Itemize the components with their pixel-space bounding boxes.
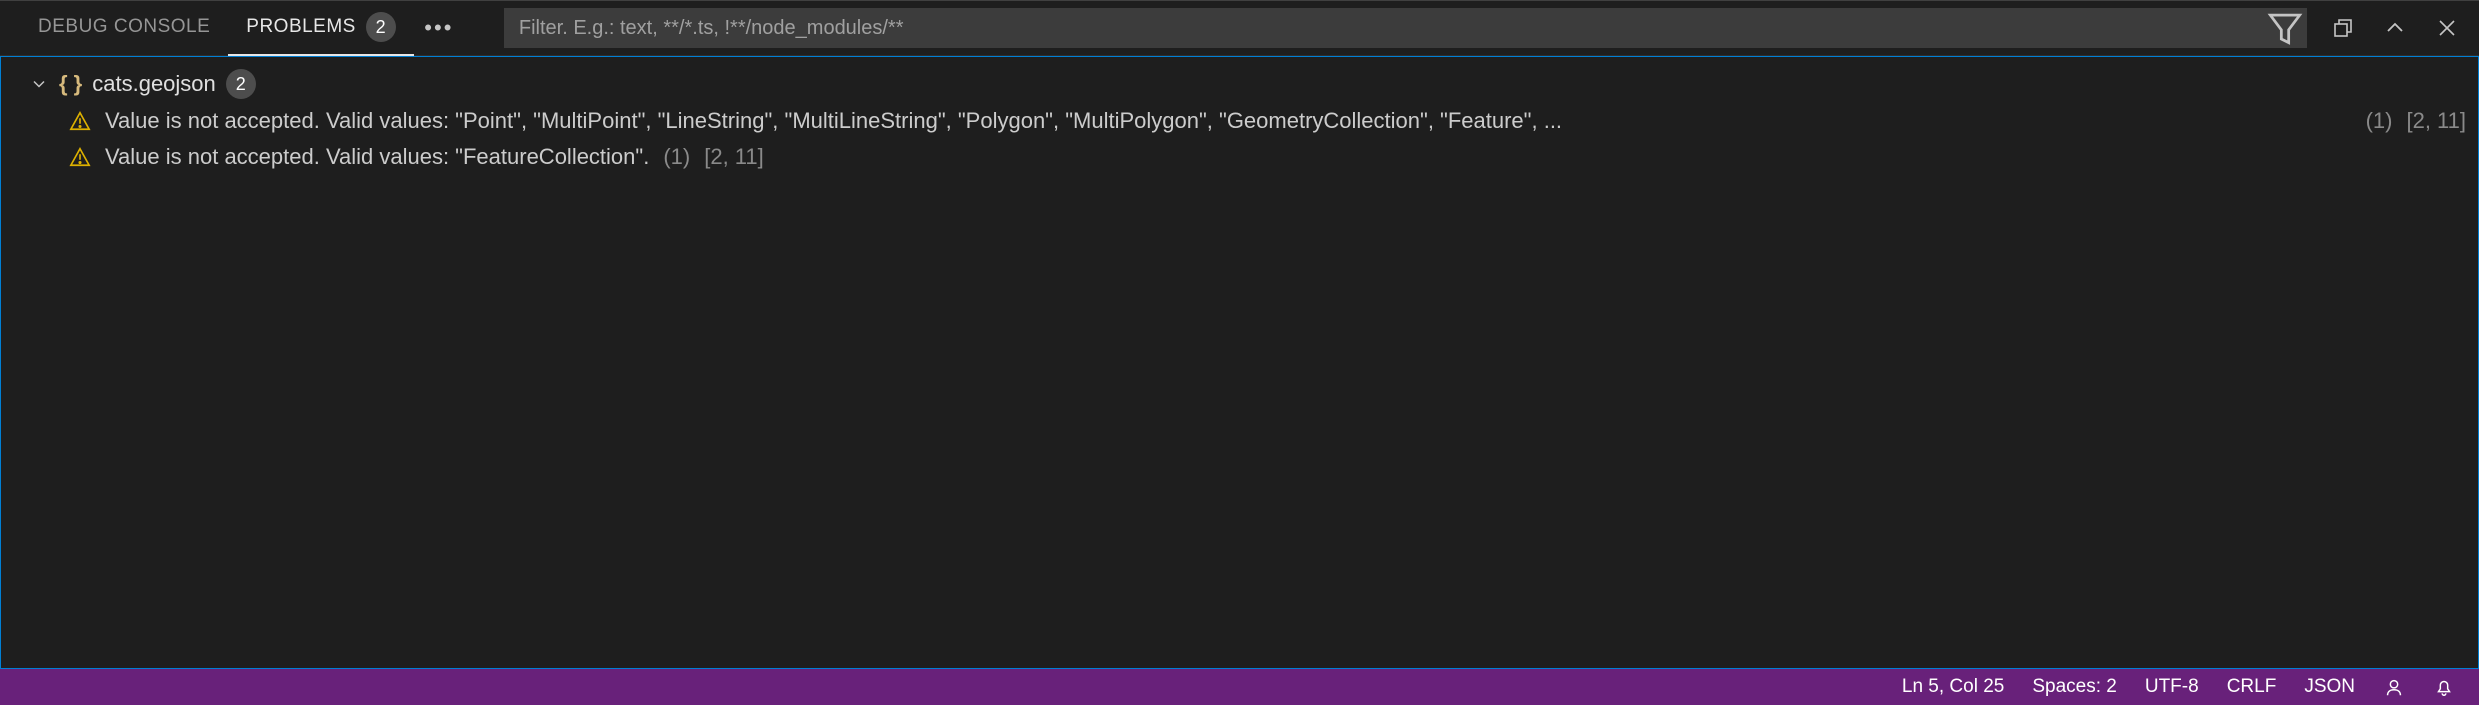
status-text: CRLF xyxy=(2227,676,2277,698)
filter-icon-button[interactable] xyxy=(2263,8,2307,48)
restore-icon xyxy=(2331,16,2355,40)
chevron-up-icon xyxy=(2383,16,2407,40)
bell-icon xyxy=(2433,676,2455,698)
tab-debug-console[interactable]: DEBUG CONSOLE xyxy=(20,1,228,56)
problem-count: (1) xyxy=(663,144,690,170)
file-problem-count-badge: 2 xyxy=(226,69,256,99)
problem-row[interactable]: Value is not accepted. Valid values: "Fe… xyxy=(1,139,2478,175)
panel-tabbar: DEBUG CONSOLE PROBLEMS 2 ••• xyxy=(0,1,2479,56)
ellipsis-icon: ••• xyxy=(424,15,453,41)
problem-message: Value is not accepted. Valid values: "Po… xyxy=(105,108,2352,134)
status-eol[interactable]: CRLF xyxy=(2213,669,2291,705)
problems-body: { } cats.geojson 2 Value is not accepted… xyxy=(0,56,2479,669)
status-text: Ln 5, Col 25 xyxy=(1902,676,2004,698)
status-language[interactable]: JSON xyxy=(2290,669,2369,705)
problems-count-badge: 2 xyxy=(366,12,396,42)
status-text: UTF-8 xyxy=(2145,676,2199,698)
collapse-panel-button[interactable] xyxy=(2371,6,2419,50)
chevron-down-icon xyxy=(29,74,49,94)
panel: DEBUG CONSOLE PROBLEMS 2 ••• xyxy=(0,0,2479,705)
problem-row[interactable]: Value is not accepted. Valid values: "Po… xyxy=(1,103,2478,139)
close-icon xyxy=(2435,16,2459,40)
more-views-button[interactable]: ••• xyxy=(414,1,464,56)
filter-container xyxy=(504,8,2307,48)
problem-location: [2, 11] xyxy=(704,144,764,170)
feedback-icon xyxy=(2383,676,2405,698)
filter-input[interactable] xyxy=(504,8,2263,48)
status-notifications[interactable] xyxy=(2419,669,2469,705)
problem-count: (1) xyxy=(2366,108,2393,134)
restore-panel-button[interactable] xyxy=(2319,6,2367,50)
file-row[interactable]: { } cats.geojson 2 xyxy=(1,65,2478,103)
warning-icon xyxy=(69,110,91,132)
file-name: cats.geojson xyxy=(92,71,216,97)
status-text: JSON xyxy=(2304,676,2355,698)
problem-location: [2, 11] xyxy=(2406,108,2466,134)
tab-label: DEBUG CONSOLE xyxy=(38,16,210,38)
status-ln-col[interactable]: Ln 5, Col 25 xyxy=(1888,669,2018,705)
problem-message: Value is not accepted. Valid values: "Fe… xyxy=(105,144,649,170)
status-text: Spaces: 2 xyxy=(2032,676,2117,698)
json-file-icon: { } xyxy=(59,71,82,97)
tab-label: PROBLEMS xyxy=(246,16,356,38)
twistie-expanded[interactable] xyxy=(29,74,49,94)
filter-icon xyxy=(2263,6,2307,50)
status-encoding[interactable]: UTF-8 xyxy=(2131,669,2213,705)
warning-icon xyxy=(69,146,91,168)
panel-actions xyxy=(2319,6,2471,50)
statusbar: Ln 5, Col 25 Spaces: 2 UTF-8 CRLF JSON xyxy=(0,669,2479,705)
status-feedback[interactable] xyxy=(2369,669,2419,705)
status-spaces[interactable]: Spaces: 2 xyxy=(2018,669,2131,705)
close-panel-button[interactable] xyxy=(2423,6,2471,50)
tab-problems[interactable]: PROBLEMS 2 xyxy=(228,1,414,56)
